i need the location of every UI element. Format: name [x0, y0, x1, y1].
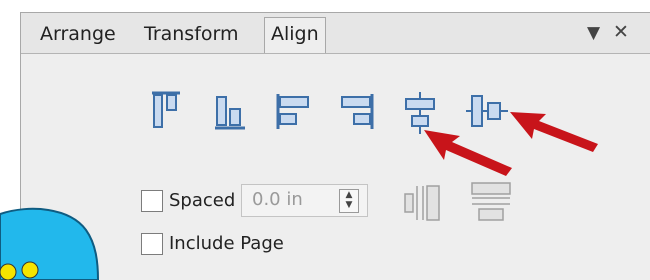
tab-arrange[interactable]: Arrange — [40, 21, 116, 47]
align-left-icon — [276, 94, 309, 129]
include-page-checkbox[interactable] — [141, 233, 163, 255]
spin-down-icon[interactable]: ▼ — [340, 200, 358, 210]
spin-arrows[interactable]: ▲ ▼ — [339, 189, 359, 213]
distribute-horizontal-button[interactable] — [402, 183, 450, 223]
tab-bar: Arrange Transform Align ▼ ✕ — [21, 13, 650, 54]
close-icon[interactable]: ✕ — [613, 21, 629, 43]
panel-menu-icon[interactable]: ▼ — [587, 23, 600, 43]
align-right-button[interactable] — [339, 91, 375, 133]
align-left-button[interactable] — [276, 91, 312, 133]
distribute-horizontal-icon — [404, 185, 440, 221]
align-bottom-icon — [215, 96, 245, 130]
include-page-label: Include Page — [169, 233, 284, 254]
align-top-icon — [152, 91, 180, 128]
spaced-label: Spaced — [169, 190, 236, 211]
align-right-icon — [341, 94, 374, 129]
tab-transform[interactable]: Transform — [144, 21, 239, 47]
distribute-vertical-button[interactable] — [469, 180, 515, 224]
spacing-input[interactable]: 0.0 in ▲ ▼ — [241, 184, 368, 217]
spaced-checkbox[interactable] — [141, 190, 163, 212]
align-top-button[interactable] — [151, 91, 181, 133]
red-arrow-icon — [424, 130, 512, 176]
spin-up-icon[interactable]: ▲ — [340, 190, 358, 200]
tab-align[interactable]: Align — [264, 17, 326, 53]
distribute-vertical-icon — [471, 182, 511, 221]
align-bottom-button[interactable] — [214, 91, 246, 133]
mascot-blob-icon — [0, 207, 100, 280]
spacing-value: 0.0 in — [252, 189, 303, 210]
red-arrow-icon — [510, 112, 598, 152]
